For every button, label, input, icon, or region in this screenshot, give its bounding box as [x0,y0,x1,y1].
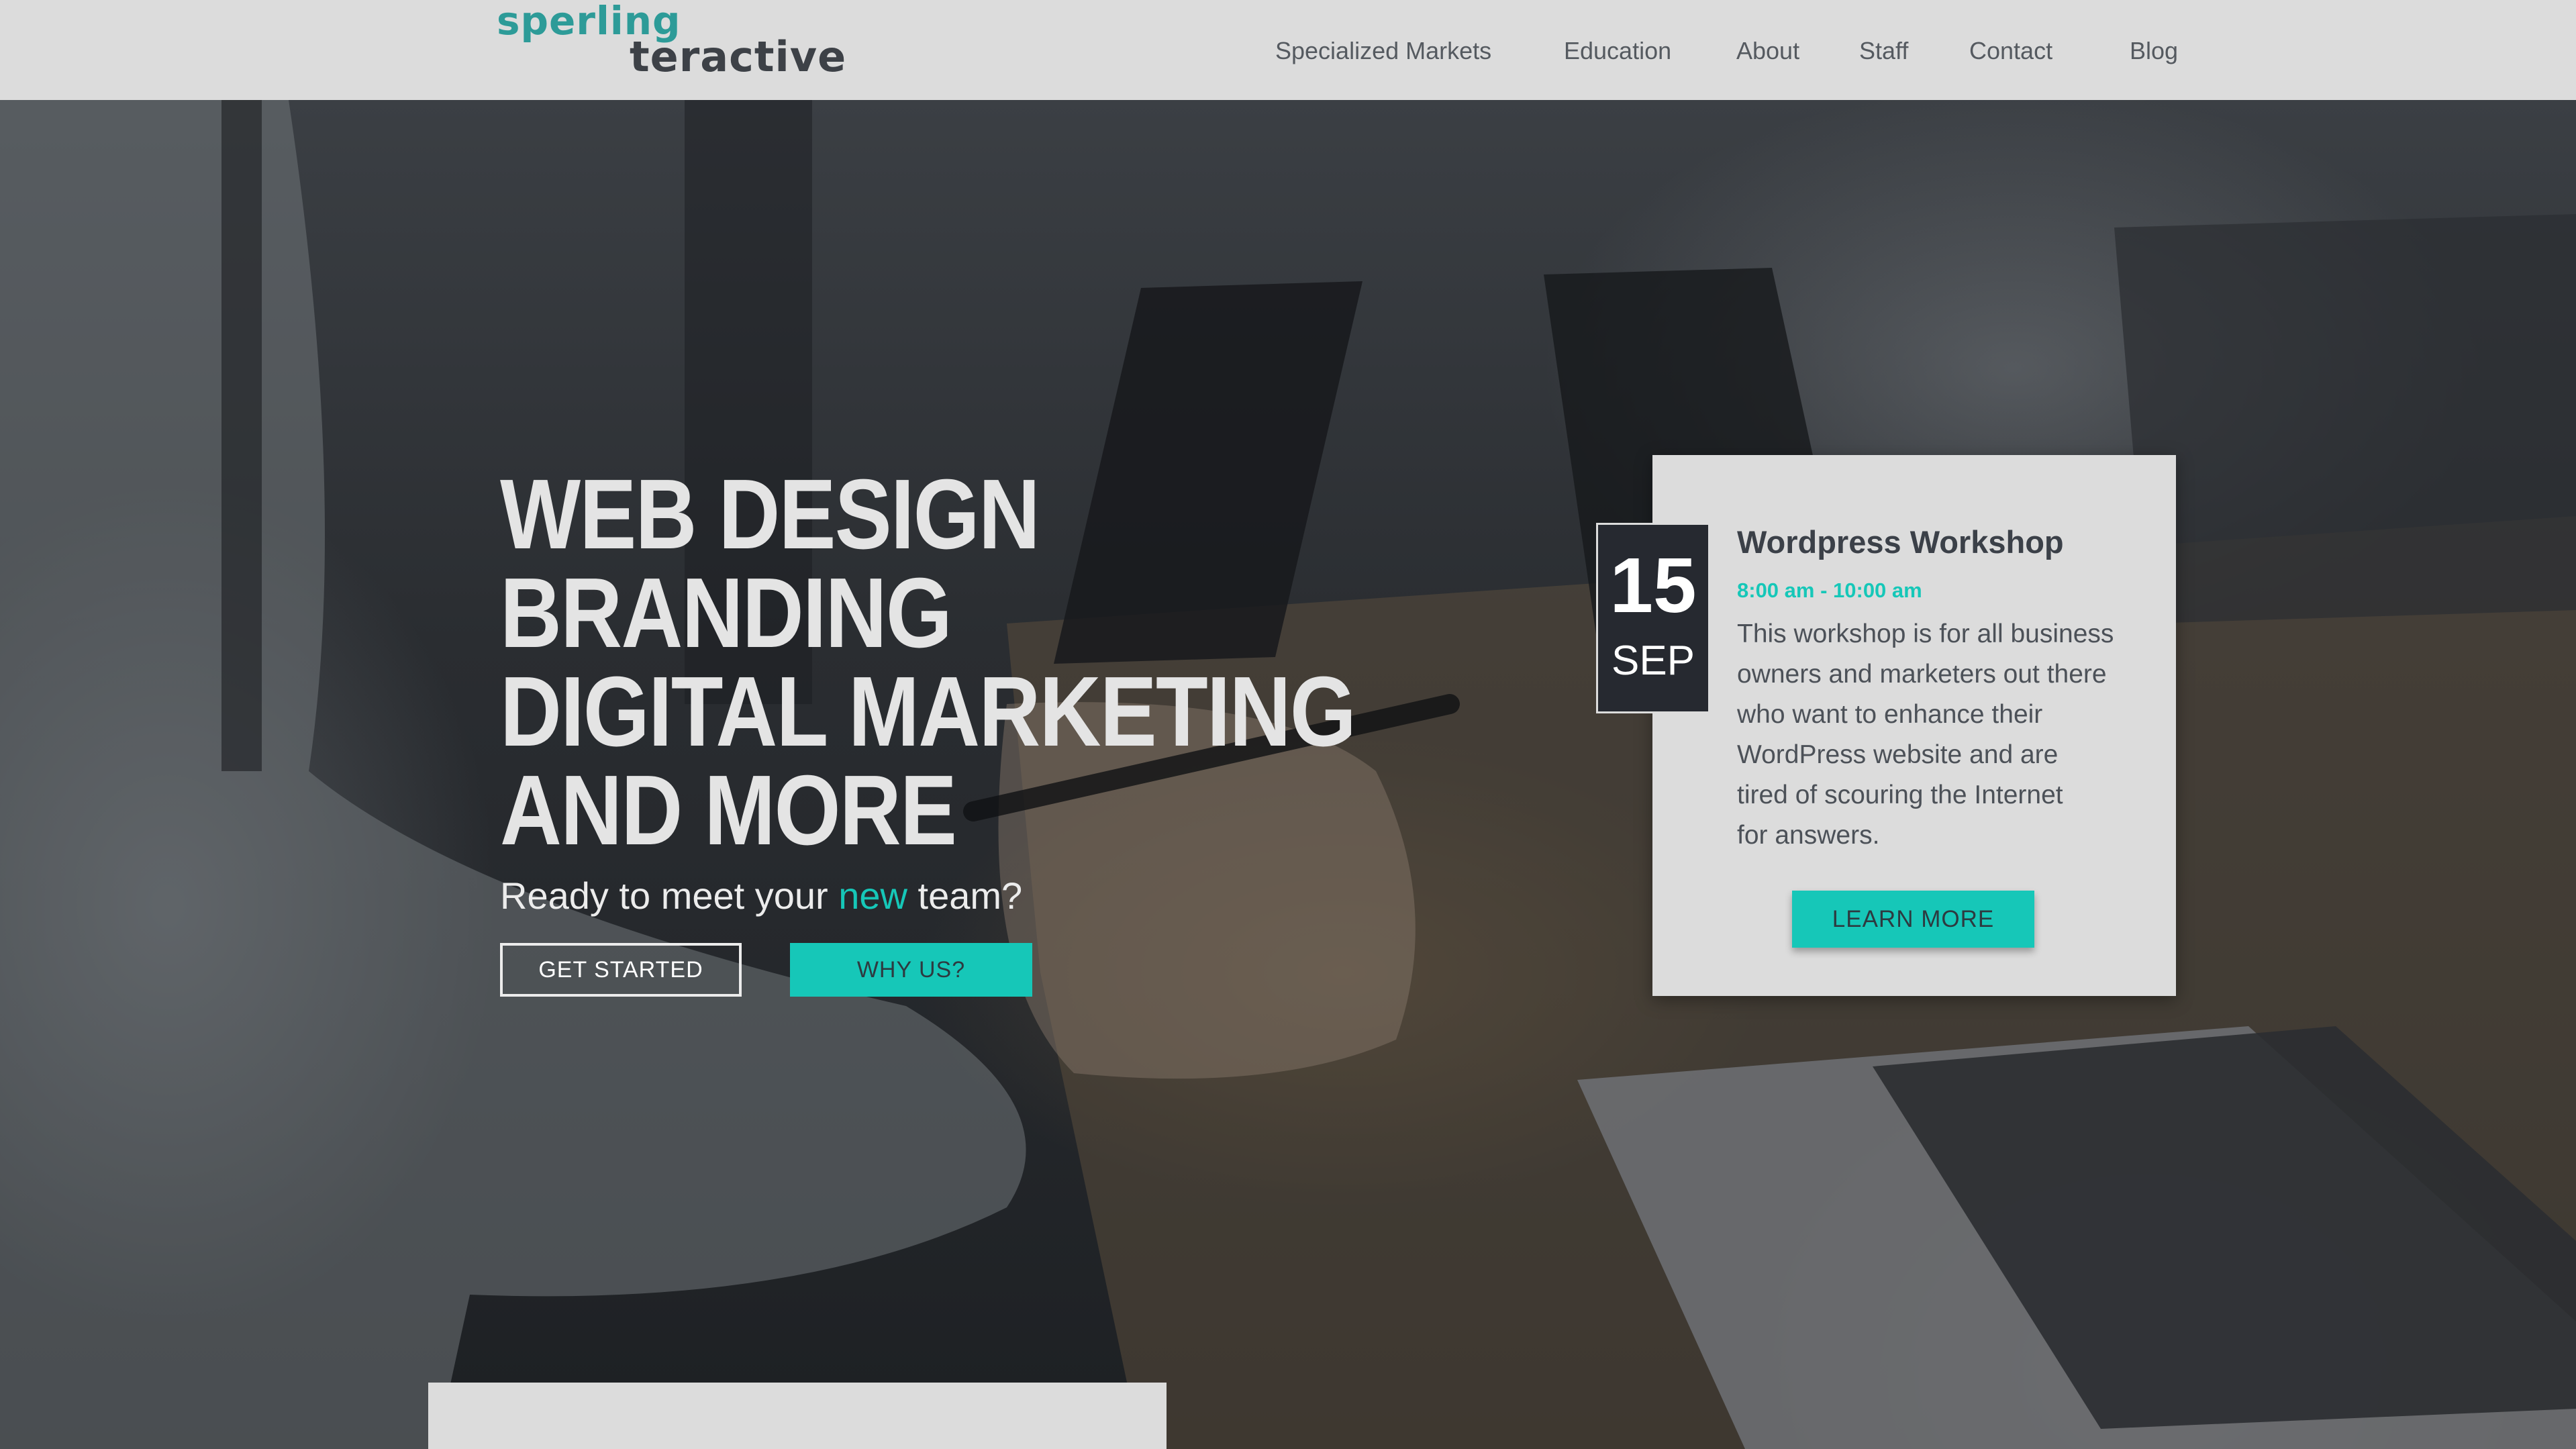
nav-item-education[interactable]: Education [1564,35,1671,67]
headline-line-digital-marketing: DIGITAL MARKETING [500,656,1356,767]
nav-item-about[interactable]: About [1736,35,1799,67]
event-description: This workshop is for all business owners… [1737,614,2140,856]
headline-line-web-design: WEB DESIGN [500,459,1040,570]
next-section-panel [428,1383,1167,1449]
main-nav: Specialized Markets Education About Staf… [0,0,2576,100]
event-description-line: owners and marketers out there [1737,660,2107,689]
event-date-month: SEP [1611,638,1695,684]
tagline-accent-word: new [838,875,907,917]
event-description-line: WordPress website and are [1737,740,2059,769]
hero-section: WEB DESIGN BRANDING DIGITAL MARKETING AN… [0,100,2576,1449]
nav-item-staff[interactable]: Staff [1859,35,1908,67]
event-description-line: for answers. [1737,821,1880,850]
headline-line-branding: BRANDING [500,558,952,668]
event-description-line: This workshop is for all business [1737,619,2114,648]
hero-tagline: Ready to meet your new team? [500,872,1022,919]
why-us-button[interactable]: WHY US? [790,943,1032,997]
get-started-button[interactable]: GET STARTED [500,943,742,997]
site-header: sperling teractive Specialized Markets E… [0,0,2576,100]
event-date-badge: 15 SEP [1596,523,1710,713]
hero-headline: WEB DESIGN BRANDING DIGITAL MARKETING AN… [500,465,1507,860]
event-description-line: tired of scouring the Internet [1737,781,2063,809]
nav-item-contact[interactable]: Contact [1969,35,2052,67]
tagline-text-start: Ready to meet your [500,875,839,917]
event-card: Wordpress Workshop 8:00 am - 10:00 am Th… [1652,455,2176,996]
nav-item-specialized-markets[interactable]: Specialized Markets [1275,35,1491,67]
event-time: 8:00 am - 10:00 am [1737,579,1922,602]
headline-line-and-more: AND MORE [500,755,957,866]
event-description-line: who want to enhance their [1737,700,2043,729]
event-date-day: 15 [1609,542,1697,629]
nav-item-blog[interactable]: Blog [2130,35,2178,67]
event-title[interactable]: Wordpress Workshop [1737,522,2064,562]
learn-more-button[interactable]: LEARN MORE [1792,891,2034,948]
tagline-text-end: team? [907,875,1023,917]
